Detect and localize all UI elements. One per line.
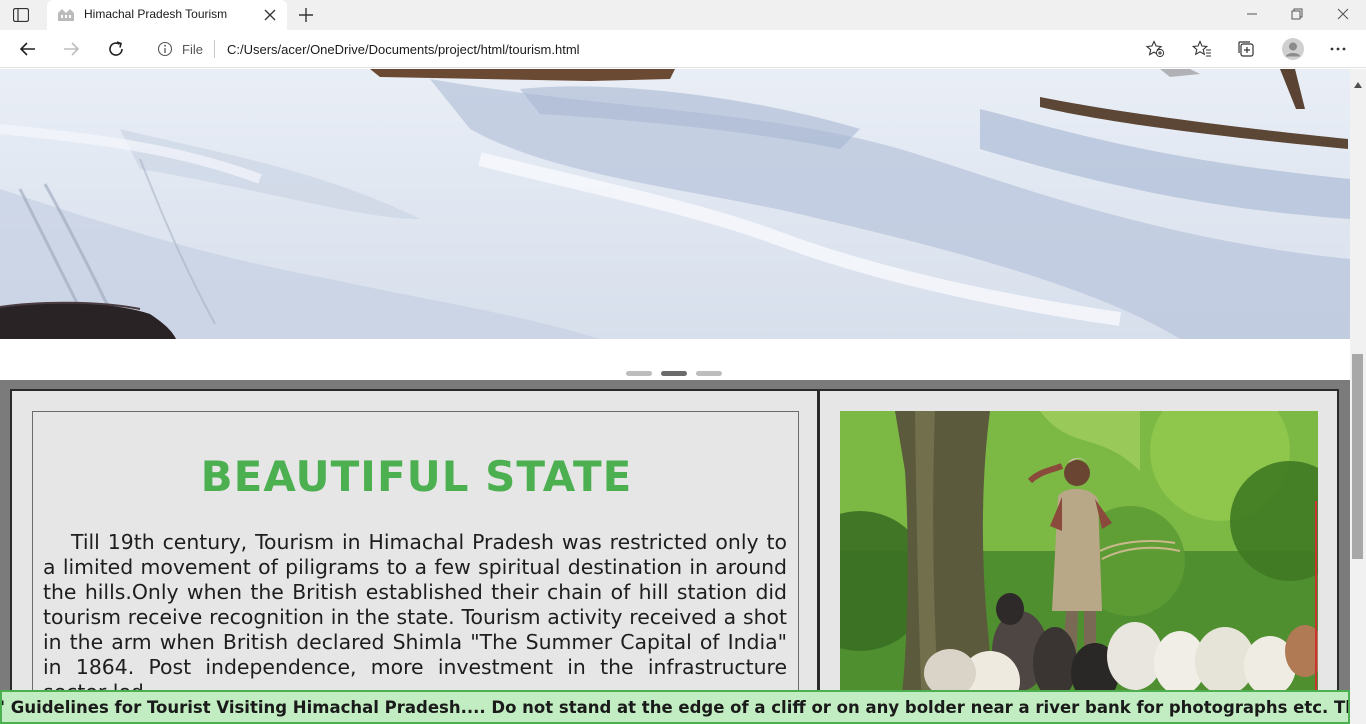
carousel-dot-3[interactable] (696, 371, 722, 376)
page-favicon-icon (57, 6, 75, 22)
close-window-icon[interactable] (1335, 6, 1351, 22)
page-scrollbar[interactable] (1350, 69, 1366, 724)
scroll-up-arrow-icon[interactable] (1354, 73, 1362, 88)
hero-carousel-image (0, 69, 1350, 339)
tab-actions-icon[interactable] (10, 5, 32, 25)
guidelines-marquee: ' Guidelines for Tourist Visiting Himach… (0, 690, 1350, 724)
address-divider (214, 40, 215, 58)
carousel-indicators (0, 369, 1350, 379)
article-column: BEAUTIFUL STATE Till 19th century, Touri… (10, 389, 819, 724)
close-tab-icon[interactable] (263, 7, 277, 21)
more-options-icon[interactable] (1328, 39, 1348, 59)
new-tab-icon[interactable] (296, 5, 316, 25)
minimize-icon[interactable] (1244, 6, 1260, 22)
navigation-bar: File C:/Users/acer/OneDrive/Documents/pr… (0, 30, 1366, 68)
carousel-dot-2[interactable] (661, 371, 687, 376)
refresh-icon[interactable] (106, 39, 126, 59)
photo-column (819, 389, 1339, 724)
restore-icon[interactable] (1289, 6, 1305, 22)
address-scheme-label: File (182, 42, 203, 57)
shepherd-photo-image (840, 411, 1318, 711)
web-page: BEAUTIFUL STATE Till 19th century, Touri… (0, 69, 1350, 724)
article-body: Till 19th century, Tourism in Himachal P… (43, 530, 787, 704)
favorites-icon[interactable] (1191, 39, 1212, 59)
add-favorite-icon[interactable] (1145, 40, 1165, 58)
url-text[interactable]: C:/Users/acer/OneDrive/Documents/project… (227, 42, 580, 57)
marquee-text: ' Guidelines for Tourist Visiting Himach… (0, 698, 1350, 717)
site-info-icon[interactable] (157, 41, 173, 57)
article-box: BEAUTIFUL STATE Till 19th century, Touri… (32, 411, 799, 724)
content-section: BEAUTIFUL STATE Till 19th century, Touri… (0, 380, 1350, 724)
address-bar[interactable]: File C:/Users/acer/OneDrive/Documents/pr… (145, 34, 1173, 64)
forward-arrow-icon[interactable] (61, 39, 81, 59)
carousel-dot-1[interactable] (626, 371, 652, 376)
tab-bar: Himachal Pradesh Tourism (0, 0, 1366, 30)
article-heading: BEAUTIFUL STATE (200, 452, 633, 501)
scrollbar-thumb[interactable] (1352, 354, 1363, 559)
collections-icon[interactable] (1236, 39, 1256, 59)
browser-tab[interactable]: Himachal Pradesh Tourism (47, 0, 287, 30)
profile-avatar-icon[interactable] (1281, 37, 1305, 61)
back-arrow-icon[interactable] (18, 39, 38, 59)
tab-title: Himachal Pradesh Tourism (84, 7, 228, 21)
